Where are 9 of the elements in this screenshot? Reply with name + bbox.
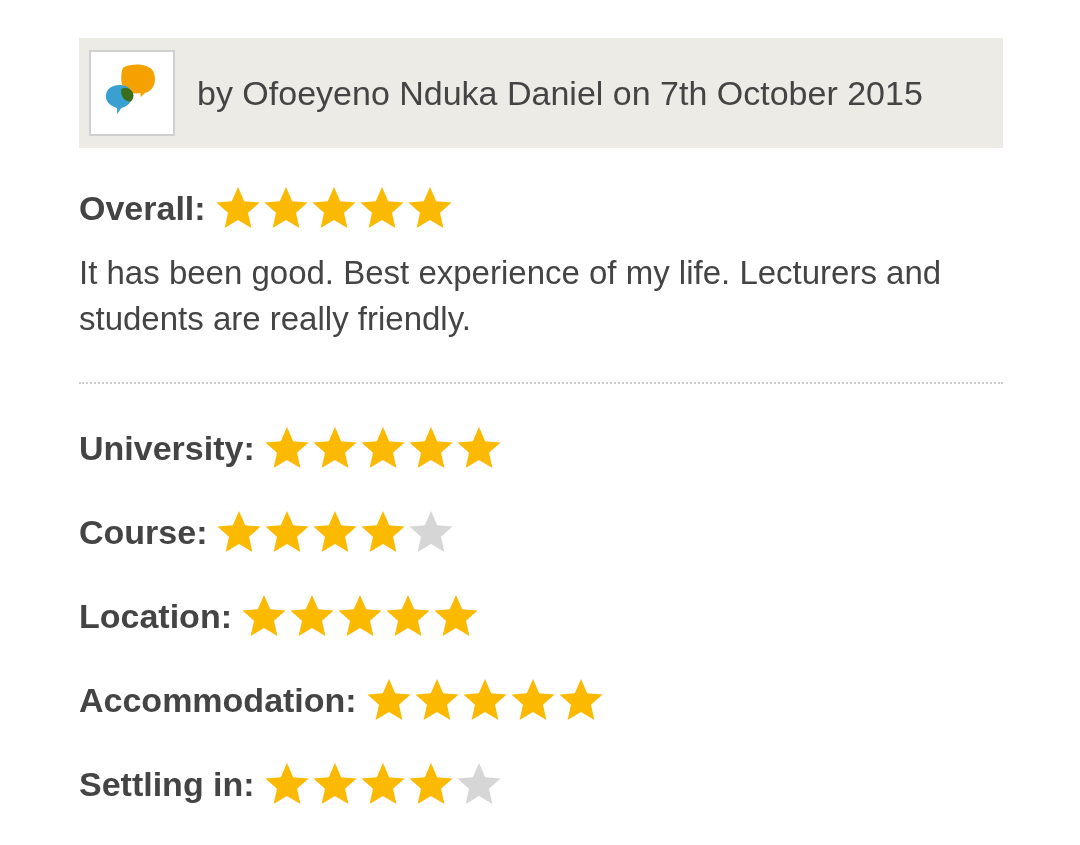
rating-label: Course:	[79, 512, 208, 552]
rating-label: University:	[79, 428, 255, 468]
speech-bubbles-icon	[89, 50, 175, 136]
rating-label: Accommodation:	[79, 680, 357, 720]
rating-label: Overall:	[79, 188, 206, 228]
rating-label: Settling in:	[79, 764, 255, 804]
review-comment: It has been good. Best experience of my life. Lecturers and students are really friendly.	[79, 253, 943, 339]
review-byline: by Ofoeyeno Nduka Daniel on 7th October 2015	[197, 73, 923, 113]
rating-label: Location:	[79, 596, 232, 636]
